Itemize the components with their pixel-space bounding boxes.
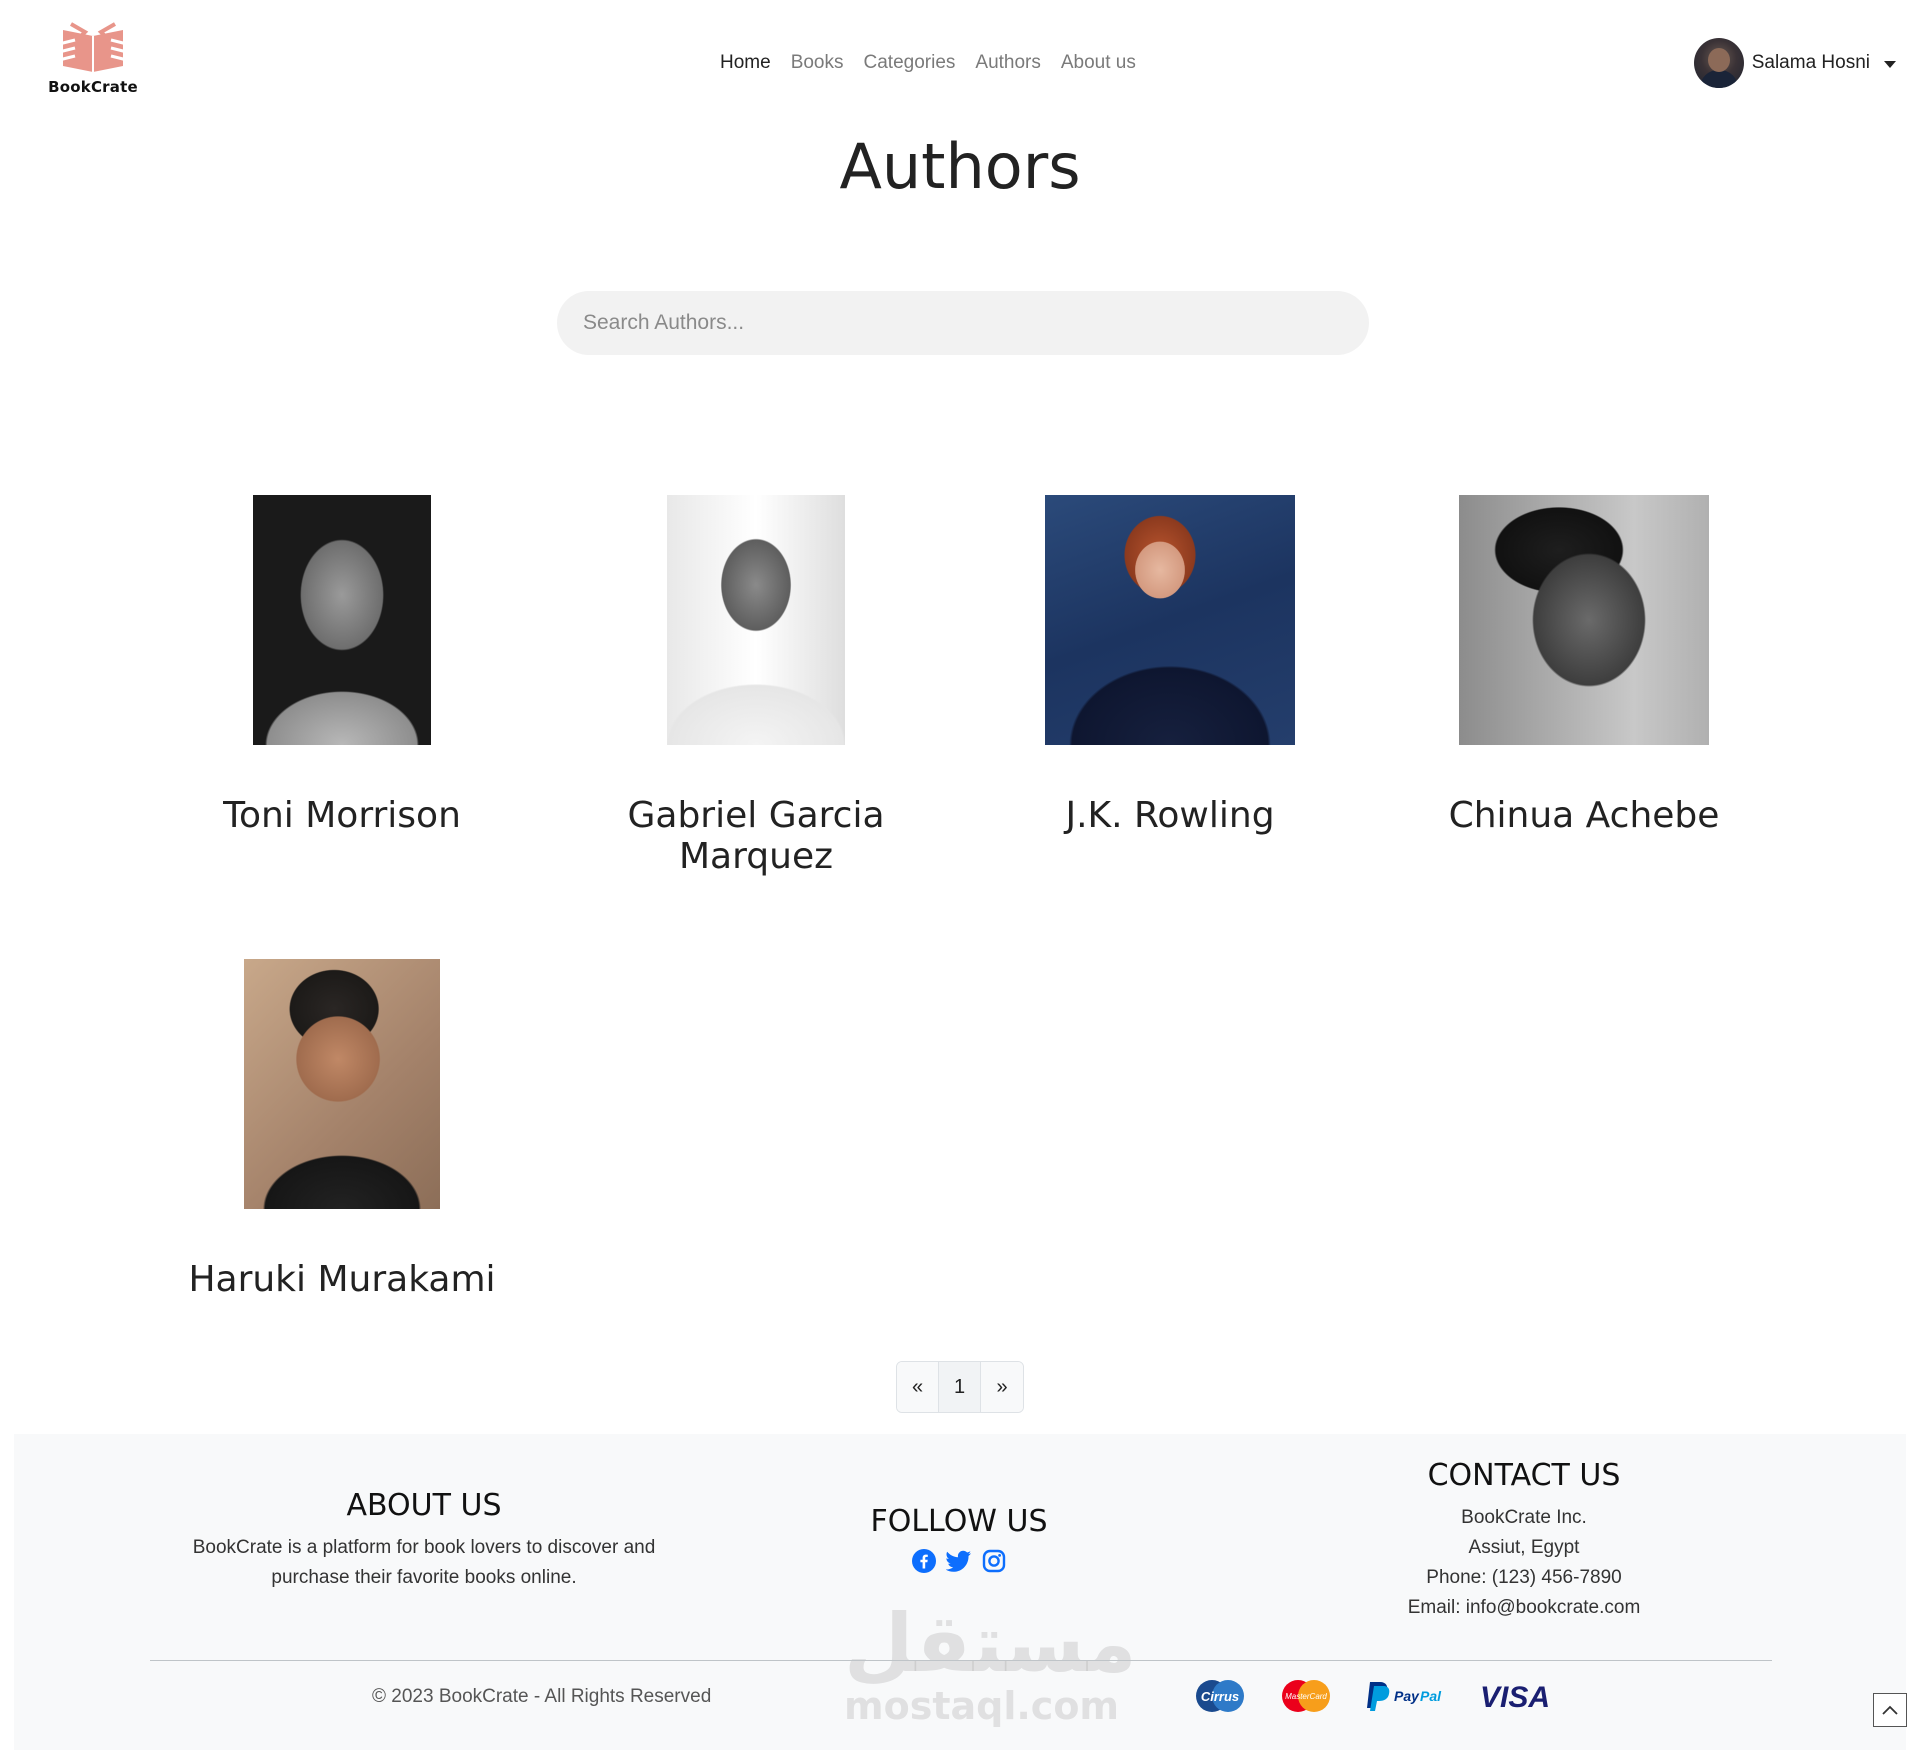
contact-phone: Phone: (123) 456-7890 [1426, 1567, 1622, 1588]
scroll-to-top-button[interactable] [1873, 1693, 1907, 1727]
contact-company: BookCrate Inc. [1461, 1507, 1587, 1528]
nav-books[interactable]: Books [791, 52, 844, 74]
contact-email[interactable]: Email: info@bookcrate.com [1254, 1593, 1794, 1623]
author-photo[interactable] [244, 959, 440, 1209]
paypal-icon: Pay Pal [1367, 1682, 1442, 1711]
nav-authors[interactable]: Authors [975, 52, 1040, 74]
search-input[interactable] [557, 291, 1369, 355]
user-name[interactable]: Salama Hosni [1752, 52, 1870, 74]
footer-about-line: purchase their favorite books online. [271, 1567, 577, 1588]
mostaql-watermark: مستقل mostaql.com [844, 1597, 1137, 1729]
author-name[interactable]: Chinua Achebe [1377, 795, 1791, 836]
visa-icon: VISA [1480, 1681, 1550, 1714]
pagination: « 1 » [896, 1361, 1024, 1413]
brand-name: BookCrate [48, 78, 138, 96]
author-card[interactable]: Toni Morrison [135, 495, 549, 836]
copyright-text: © 2023 BookCrate - All Rights Reserved [372, 1686, 712, 1707]
pagination-prev-button[interactable]: « [897, 1362, 939, 1412]
chevron-up-icon [1882, 1705, 1898, 1715]
author-name[interactable]: Haruki Murakami [135, 1259, 549, 1300]
avatar[interactable] [1693, 38, 1744, 88]
pagination-next-button[interactable]: » [981, 1362, 1023, 1412]
svg-text:Pay: Pay [1394, 1688, 1420, 1704]
footer-divider [150, 1660, 1772, 1661]
svg-text:VISA: VISA [1480, 1681, 1550, 1714]
mastercard-icon: MasterCard [1282, 1680, 1330, 1712]
author-name[interactable]: Gabriel Garcia Marquez [549, 795, 963, 877]
caret-down-icon[interactable] [1884, 60, 1896, 68]
nav-categories[interactable]: Categories [864, 52, 956, 74]
svg-text:Cirrus: Cirrus [1201, 1689, 1239, 1704]
author-photo[interactable] [1045, 495, 1295, 745]
svg-text:MasterCard: MasterCard [1285, 1692, 1327, 1701]
facebook-icon[interactable] [912, 1549, 936, 1573]
pagination-page-button[interactable]: 1 [939, 1362, 981, 1412]
author-photo[interactable] [253, 495, 431, 745]
author-photo[interactable] [667, 495, 845, 745]
book-logo-icon [58, 22, 128, 72]
watermark-arabic: مستقل [844, 1597, 1137, 1690]
instagram-icon[interactable] [982, 1549, 1006, 1573]
watermark-latin: mostaql.com [844, 1684, 1120, 1728]
footer-contact: CONTACT US BookCrate Inc. Assiut, Egypt … [1254, 1458, 1794, 1623]
nav-home[interactable]: Home [720, 52, 771, 74]
twitter-icon[interactable] [946, 1549, 972, 1573]
footer: ABOUT US BookCrate is a platform for boo… [14, 1434, 1906, 1750]
footer-about: ABOUT US BookCrate is a platform for boo… [162, 1488, 686, 1593]
author-name[interactable]: J.K. Rowling [963, 795, 1377, 836]
social-links [734, 1549, 1184, 1573]
author-name[interactable]: Toni Morrison [135, 795, 549, 836]
nav-about-us[interactable]: About us [1061, 52, 1136, 74]
cirrus-icon: Cirrus [1196, 1680, 1244, 1712]
payment-methods: Cirrus MasterCard Pay Pal VISA [1194, 1678, 1552, 1714]
svg-text:Pal: Pal [1420, 1688, 1442, 1704]
main-nav: Home Books Categories Authors About us [720, 52, 1136, 74]
brand-logo[interactable]: BookCrate [38, 22, 148, 112]
page-title: Authors [839, 130, 1081, 203]
author-card[interactable]: Chinua Achebe [1377, 495, 1791, 836]
footer-follow: FOLLOW US [734, 1504, 1184, 1573]
footer-follow-heading: FOLLOW US [870, 1504, 1048, 1539]
author-photo[interactable] [1459, 495, 1709, 745]
footer-contact-heading: CONTACT US [1427, 1458, 1621, 1493]
author-card[interactable]: Gabriel Garcia Marquez [549, 495, 963, 877]
contact-address: Assiut, Egypt [1468, 1537, 1580, 1558]
footer-about-line: BookCrate is a platform for book lovers … [192, 1537, 656, 1558]
author-card[interactable]: Haruki Murakami [135, 959, 549, 1300]
user-menu[interactable]: Salama Hosni [1693, 38, 1896, 88]
author-card[interactable]: J.K. Rowling [963, 495, 1377, 836]
footer-about-heading: ABOUT US [346, 1488, 502, 1523]
